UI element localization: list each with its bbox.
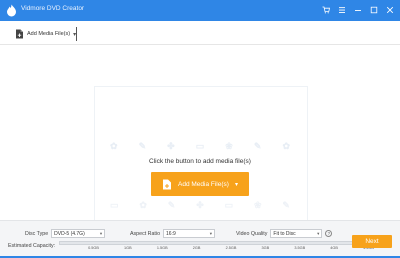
watermark-pattern: ▭ ✿ ✎ ✤ ▭ ❀ ✎: [110, 200, 290, 210]
chevron-down-icon[interactable]: ▾: [235, 181, 238, 188]
add-file-icon: [16, 29, 23, 39]
add-file-icon: [163, 179, 172, 189]
capacity-tick: 1.5GB: [156, 246, 168, 250]
chevron-down-icon: ▾: [317, 230, 320, 236]
app-logo-icon: [7, 4, 16, 17]
app-title: Vidmore DVD Creator: [21, 5, 85, 12]
disc-type-select[interactable]: DVD-5 (4.7G) ▾: [51, 229, 106, 238]
video-quality-value: Fit to Disc: [273, 230, 296, 237]
video-quality-field: Video Quality Fit to Disc ▾ ?: [236, 229, 333, 238]
cart-icon[interactable]: [319, 3, 332, 17]
disc-type-value: DVD-5 (4.7G): [54, 230, 85, 237]
bottom-bar: Disc Type DVD-5 (4.7G) ▾ Aspect Ratio 16…: [0, 220, 400, 258]
toolbar-add-media-label: Add Media File(s): [27, 31, 71, 37]
capacity-meter: Estimated Capacity: 0.5GB 1GB 1.5GB 2GB 2.5G…: [8, 241, 390, 251]
toolbar-divider: [76, 27, 77, 41]
add-media-button[interactable]: Add Media File(s) ▾: [151, 172, 249, 196]
capacity-tick: 2.5GB: [225, 246, 237, 250]
chevron-down-icon: ▾: [209, 230, 213, 236]
chevron-down-icon: ▾: [99, 230, 103, 236]
menu-icon[interactable]: [335, 3, 348, 17]
capacity-bar: [59, 241, 390, 245]
close-icon[interactable]: [383, 3, 396, 17]
add-media-label: Add Media File(s): [178, 180, 229, 188]
capacity-track: 0.5GB 1GB 1.5GB 2GB 2.5GB 3GB 3.5GB 4GB 4.5GB: [59, 241, 390, 251]
next-button[interactable]: Next: [352, 235, 392, 248]
aspect-ratio-field: Aspect Ratio 16:9 ▾: [130, 229, 216, 238]
main-area: ✿ ✎ ✤ ▭ ❀ ✎ ✿ Click the button to add media fi…: [0, 46, 400, 228]
capacity-label: Estimated Capacity:: [8, 242, 56, 249]
capacity-tick: 0.5GB: [88, 246, 99, 250]
capacity-tick: 1GB: [124, 246, 132, 250]
minimize-icon[interactable]: [351, 3, 364, 17]
window-controls: [319, 3, 396, 17]
capacity-tick: 2GB: [192, 246, 201, 250]
toolbar: Add Media File(s) ▾: [0, 21, 400, 45]
disc-type-label: Disc Type: [25, 230, 49, 237]
aspect-ratio-label: Aspect Ratio: [130, 230, 161, 237]
title-bar: Vidmore DVD Creator: [0, 0, 400, 21]
capacity-tick: 3.5GB: [294, 246, 306, 250]
disc-type-field: Disc Type DVD-5 (4.7G) ▾: [25, 229, 106, 238]
aspect-ratio-select[interactable]: 16:9 ▾: [163, 229, 216, 238]
capacity-ticks: 0.5GB 1GB 1.5GB 2GB 2.5GB 3GB 3.5GB 4GB 4.5GB: [59, 246, 389, 251]
help-icon[interactable]: ?: [325, 230, 333, 237]
drop-prompt: Click the button to add media file(s): [149, 158, 251, 165]
video-quality-label: Video Quality: [236, 230, 268, 237]
maximize-icon[interactable]: [367, 3, 380, 17]
video-quality-select[interactable]: Fit to Disc ▾: [270, 229, 323, 238]
capacity-tick: 3GB: [261, 246, 270, 250]
capacity-tick: 4GB: [330, 246, 338, 250]
aspect-ratio-value: 16:9: [166, 230, 176, 237]
toolbar-add-media-button[interactable]: Add Media File(s) ▾: [15, 28, 76, 40]
